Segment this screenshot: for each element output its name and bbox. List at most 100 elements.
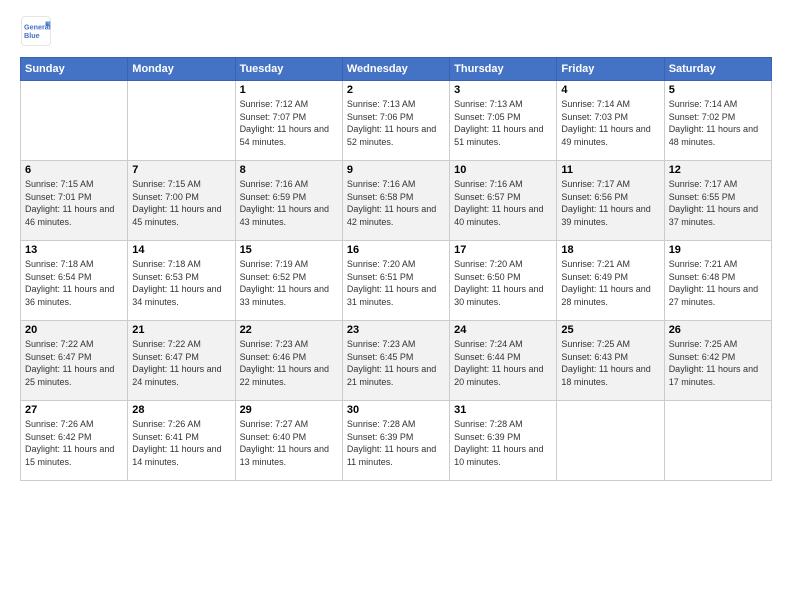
logo-icon: General Blue [20, 15, 52, 47]
cell-info: Sunrise: 7:13 AMSunset: 7:05 PMDaylight:… [454, 98, 552, 148]
weekday-header: Monday [128, 58, 235, 81]
cell-info: Sunrise: 7:18 AMSunset: 6:53 PMDaylight:… [132, 258, 230, 308]
cell-day-number: 1 [240, 84, 338, 96]
cell-info: Sunrise: 7:25 AMSunset: 6:43 PMDaylight:… [561, 338, 659, 388]
calendar-cell: 3 Sunrise: 7:13 AMSunset: 7:05 PMDaylight… [450, 81, 557, 161]
page: General Blue SundayMondayTuesdayWednesda… [0, 0, 792, 612]
cell-day-number: 9 [347, 164, 445, 176]
cell-day-number: 8 [240, 164, 338, 176]
calendar-cell: 2 Sunrise: 7:13 AMSunset: 7:06 PMDaylight… [342, 81, 449, 161]
calendar-cell: 16 Sunrise: 7:20 AMSunset: 6:51 PMDayligh… [342, 241, 449, 321]
cell-day-number: 18 [561, 244, 659, 256]
cell-day-number: 4 [561, 84, 659, 96]
cell-day-number: 10 [454, 164, 552, 176]
calendar-cell: 21Sunrise: 7:22 AMSunset: 6:47 PMDayligh… [128, 321, 235, 401]
calendar-cell: 25 Sunrise: 7:25 AMSunset: 6:43 PMDayligh… [557, 321, 664, 401]
cell-info: Sunrise: 7:12 AMSunset: 7:07 PMDaylight:… [240, 98, 338, 148]
cell-day-number: 23 [347, 324, 445, 336]
header: General Blue [20, 15, 772, 47]
cell-info: Sunrise: 7:18 AMSunset: 6:54 PMDaylight:… [25, 258, 123, 308]
cell-info: Sunrise: 7:22 AMSunset: 6:47 PMDaylight:… [25, 338, 123, 388]
cell-day-number: 15 [240, 244, 338, 256]
cell-info: Sunrise: 7:28 AMSunset: 6:39 PMDaylight:… [454, 418, 552, 468]
calendar-cell: 15Sunrise: 7:19 AMSunset: 6:52 PMDayligh… [235, 241, 342, 321]
calendar-week-row: 1 Sunrise: 7:12 AMSunset: 7:07 PMDaylight… [21, 81, 772, 161]
calendar-cell: 11 Sunrise: 7:17 AMSunset: 6:56 PMDayligh… [557, 161, 664, 241]
cell-info: Sunrise: 7:14 AMSunset: 7:02 PMDaylight:… [669, 98, 767, 148]
cell-info: Sunrise: 7:20 AMSunset: 6:50 PMDaylight:… [454, 258, 552, 308]
calendar-cell: 23Sunrise: 7:23 AMSunset: 6:45 PMDayligh… [342, 321, 449, 401]
calendar-cell: 31Sunrise: 7:28 AMSunset: 6:39 PMDayligh… [450, 401, 557, 481]
weekday-header: Thursday [450, 58, 557, 81]
cell-info: Sunrise: 7:16 AMSunset: 6:59 PMDaylight:… [240, 178, 338, 228]
calendar-cell: 29 Sunrise: 7:27 AMSunset: 6:40 PMDayligh… [235, 401, 342, 481]
calendar-cell: 24 Sunrise: 7:24 AMSunset: 6:44 PMDayligh… [450, 321, 557, 401]
cell-info: Sunrise: 7:20 AMSunset: 6:51 PMDaylight:… [347, 258, 445, 308]
weekday-header: Friday [557, 58, 664, 81]
cell-day-number: 7 [132, 164, 230, 176]
calendar-cell: 22 Sunrise: 7:23 AMSunset: 6:46 PMDayligh… [235, 321, 342, 401]
cell-info: Sunrise: 7:22 AMSunset: 6:47 PMDaylight:… [132, 338, 230, 388]
weekday-header: Saturday [664, 58, 771, 81]
weekday-header-row: SundayMondayTuesdayWednesdayThursdayFrid… [21, 58, 772, 81]
cell-day-number: 2 [347, 84, 445, 96]
cell-info: Sunrise: 7:17 AMSunset: 6:56 PMDaylight:… [561, 178, 659, 228]
calendar-cell: 27 Sunrise: 7:26 AMSunset: 6:42 PMDayligh… [21, 401, 128, 481]
calendar-cell [21, 81, 128, 161]
cell-info: Sunrise: 7:28 AMSunset: 6:39 PMDaylight:… [347, 418, 445, 468]
calendar-table: SundayMondayTuesdayWednesdayThursdayFrid… [20, 57, 772, 481]
cell-info: Sunrise: 7:23 AMSunset: 6:46 PMDaylight:… [240, 338, 338, 388]
calendar-cell [664, 401, 771, 481]
calendar-week-row: 27 Sunrise: 7:26 AMSunset: 6:42 PMDayligh… [21, 401, 772, 481]
cell-info: Sunrise: 7:27 AMSunset: 6:40 PMDaylight:… [240, 418, 338, 468]
cell-day-number: 29 [240, 404, 338, 416]
calendar-cell: 4Sunrise: 7:14 AMSunset: 7:03 PMDaylight… [557, 81, 664, 161]
cell-day-number: 24 [454, 324, 552, 336]
calendar-week-row: 13Sunrise: 7:18 AMSunset: 6:54 PMDayligh… [21, 241, 772, 321]
cell-info: Sunrise: 7:15 AMSunset: 7:01 PMDaylight:… [25, 178, 123, 228]
cell-day-number: 3 [454, 84, 552, 96]
cell-info: Sunrise: 7:21 AMSunset: 6:48 PMDaylight:… [669, 258, 767, 308]
calendar-cell: 18 Sunrise: 7:21 AMSunset: 6:49 PMDayligh… [557, 241, 664, 321]
cell-info: Sunrise: 7:21 AMSunset: 6:49 PMDaylight:… [561, 258, 659, 308]
cell-day-number: 11 [561, 164, 659, 176]
calendar-cell: 10 Sunrise: 7:16 AMSunset: 6:57 PMDayligh… [450, 161, 557, 241]
calendar-cell: 5Sunrise: 7:14 AMSunset: 7:02 PMDaylight… [664, 81, 771, 161]
cell-day-number: 14 [132, 244, 230, 256]
weekday-header: Wednesday [342, 58, 449, 81]
weekday-header: Tuesday [235, 58, 342, 81]
calendar-week-row: 20Sunrise: 7:22 AMSunset: 6:47 PMDayligh… [21, 321, 772, 401]
calendar-week-row: 6 Sunrise: 7:15 AMSunset: 7:01 PMDaylight… [21, 161, 772, 241]
calendar-cell: 30Sunrise: 7:28 AMSunset: 6:39 PMDayligh… [342, 401, 449, 481]
svg-text:Blue: Blue [24, 31, 40, 40]
cell-day-number: 27 [25, 404, 123, 416]
calendar-cell: 7Sunrise: 7:15 AMSunset: 7:00 PMDaylight… [128, 161, 235, 241]
cell-info: Sunrise: 7:24 AMSunset: 6:44 PMDaylight:… [454, 338, 552, 388]
calendar-cell [557, 401, 664, 481]
calendar-cell: 20Sunrise: 7:22 AMSunset: 6:47 PMDayligh… [21, 321, 128, 401]
calendar-cell: 8 Sunrise: 7:16 AMSunset: 6:59 PMDaylight… [235, 161, 342, 241]
cell-info: Sunrise: 7:16 AMSunset: 6:58 PMDaylight:… [347, 178, 445, 228]
calendar-cell: 19 Sunrise: 7:21 AMSunset: 6:48 PMDayligh… [664, 241, 771, 321]
weekday-header: Sunday [21, 58, 128, 81]
calendar-cell: 12Sunrise: 7:17 AMSunset: 6:55 PMDayligh… [664, 161, 771, 241]
cell-info: Sunrise: 7:17 AMSunset: 6:55 PMDaylight:… [669, 178, 767, 228]
calendar-cell: 13Sunrise: 7:18 AMSunset: 6:54 PMDayligh… [21, 241, 128, 321]
calendar-cell: 14 Sunrise: 7:18 AMSunset: 6:53 PMDayligh… [128, 241, 235, 321]
cell-info: Sunrise: 7:13 AMSunset: 7:06 PMDaylight:… [347, 98, 445, 148]
cell-info: Sunrise: 7:26 AMSunset: 6:42 PMDaylight:… [25, 418, 123, 468]
cell-day-number: 26 [669, 324, 767, 336]
logo: General Blue [20, 15, 56, 47]
cell-day-number: 16 [347, 244, 445, 256]
cell-day-number: 17 [454, 244, 552, 256]
cell-day-number: 6 [25, 164, 123, 176]
calendar-cell: 28Sunrise: 7:26 AMSunset: 6:41 PMDayligh… [128, 401, 235, 481]
cell-day-number: 28 [132, 404, 230, 416]
calendar-cell: 26 Sunrise: 7:25 AMSunset: 6:42 PMDayligh… [664, 321, 771, 401]
cell-info: Sunrise: 7:16 AMSunset: 6:57 PMDaylight:… [454, 178, 552, 228]
cell-info: Sunrise: 7:25 AMSunset: 6:42 PMDaylight:… [669, 338, 767, 388]
calendar-cell: 6 Sunrise: 7:15 AMSunset: 7:01 PMDaylight… [21, 161, 128, 241]
cell-day-number: 25 [561, 324, 659, 336]
cell-day-number: 22 [240, 324, 338, 336]
cell-day-number: 19 [669, 244, 767, 256]
